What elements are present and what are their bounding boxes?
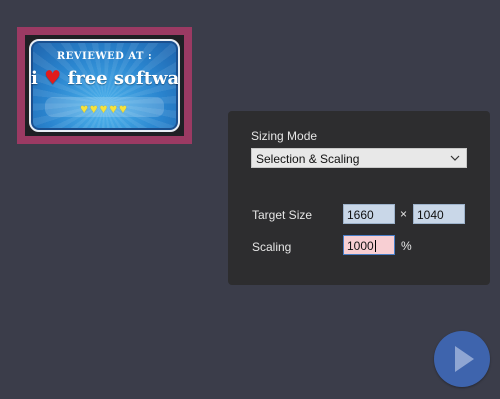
chevron-down-icon	[450, 155, 460, 161]
target-size-label: Target Size	[252, 208, 313, 222]
review-badge-image: REVIEWED AT : i ♥ free software ♥♥♥♥♥	[29, 39, 180, 132]
sizing-panel: Sizing Mode Selection & Scaling Target S…	[228, 111, 490, 285]
image-preview-selection[interactable]: REVIEWED AT : i ♥ free software ♥♥♥♥♥	[17, 27, 192, 144]
text-caret	[374, 240, 376, 252]
rating-hearts: ♥♥♥♥♥	[80, 101, 129, 116]
play-icon	[455, 346, 474, 372]
badge-main-text: i ♥ free software	[31, 67, 178, 89]
scaling-value: 1000	[347, 239, 374, 253]
badge-word-i: i	[31, 68, 38, 89]
image-preview: REVIEWED AT : i ♥ free software ♥♥♥♥♥	[25, 35, 184, 136]
scaling-input[interactable]: 1000	[343, 235, 395, 255]
sizing-mode-select[interactable]: Selection & Scaling	[251, 148, 467, 168]
sizing-mode-value: Selection & Scaling	[256, 152, 360, 166]
app-window: REVIEWED AT : i ♥ free software ♥♥♥♥♥ Si…	[0, 0, 500, 399]
badge-top-text: REVIEWED AT :	[56, 51, 153, 62]
times-separator: ×	[400, 207, 408, 221]
heart-icon: ♥	[44, 67, 62, 89]
scaling-label: Scaling	[252, 240, 292, 254]
sizing-mode-label: Sizing Mode	[251, 129, 318, 143]
target-height-input[interactable]: 1040	[413, 204, 465, 224]
badge-word-rest: free software	[67, 68, 180, 89]
percent-unit: %	[401, 239, 412, 253]
start-button[interactable]	[434, 331, 490, 387]
target-width-input[interactable]: 1660	[343, 204, 395, 224]
